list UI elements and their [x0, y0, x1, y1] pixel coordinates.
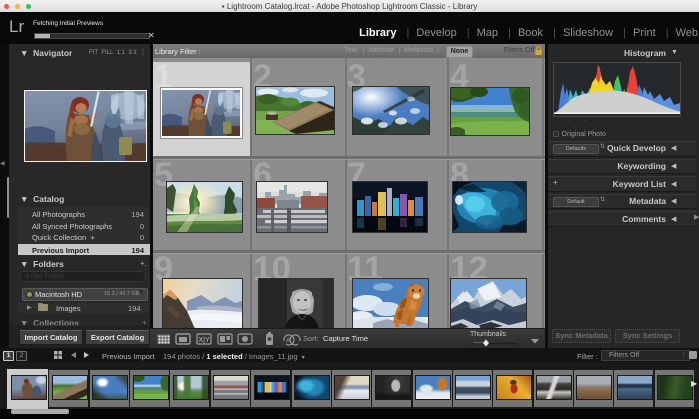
- svg-text:X|Y: X|Y: [199, 337, 211, 344]
